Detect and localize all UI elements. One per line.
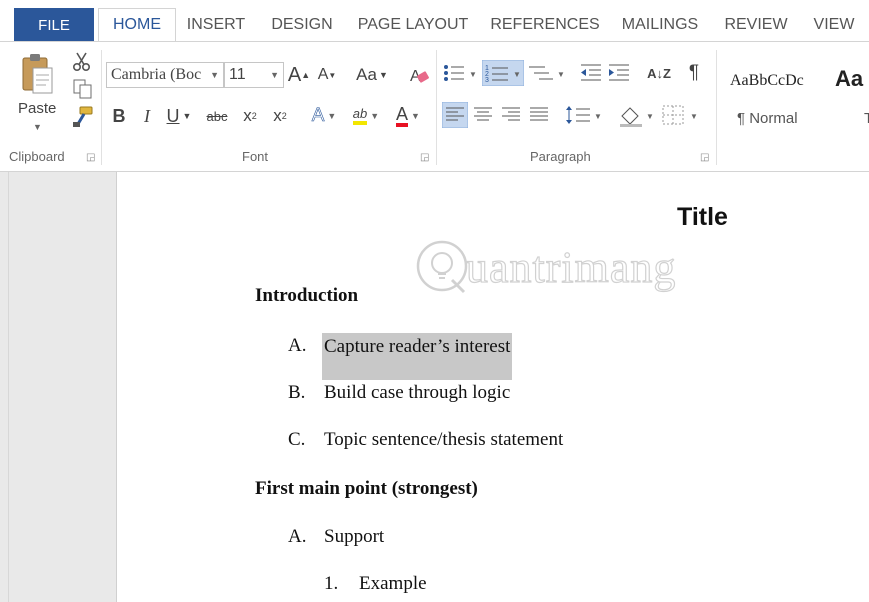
paste-icon[interactable] <box>20 52 54 96</box>
list-marker: A. <box>288 526 307 547</box>
align-left-icon[interactable] <box>442 102 468 128</box>
list-item[interactable]: Build case through logic <box>324 382 510 404</box>
chevron-down-icon[interactable]: ▼ <box>270 70 283 80</box>
paste-dropdown-icon[interactable]: ▼ <box>33 122 42 132</box>
line-spacing-icon[interactable]: ▼ <box>564 102 604 128</box>
borders-icon[interactable]: ▼ <box>660 102 702 128</box>
svg-text:▼: ▼ <box>513 70 521 79</box>
svg-text:▼: ▼ <box>557 70 565 79</box>
subscript-button[interactable]: x2 <box>238 103 262 129</box>
chevron-down-icon[interactable]: ▼ <box>210 70 223 80</box>
align-right-icon[interactable] <box>498 102 524 128</box>
underline-icon: U <box>166 105 180 126</box>
list-marker: B. <box>288 382 306 403</box>
tab-design[interactable]: DESIGN <box>264 8 340 42</box>
text-effects-icon: A <box>311 105 325 127</box>
ribbon: Paste ▼ Clipboard ◲ Cambria (Boc ▼ 11 ▼ <box>0 41 869 172</box>
style-heading-label: T <box>864 110 869 127</box>
font-launcher-icon[interactable]: ◲ <box>420 152 429 163</box>
justify-icon[interactable] <box>526 102 552 128</box>
font-size-combobox[interactable]: 11 ▼ <box>224 62 284 88</box>
list-marker: C. <box>288 429 306 450</box>
align-center-icon[interactable] <box>470 102 496 128</box>
increase-indent-icon[interactable] <box>606 60 632 86</box>
tab-file[interactable]: FILE <box>14 8 94 42</box>
list-marker: A. <box>288 335 307 356</box>
list-item[interactable]: Support <box>324 526 384 548</box>
tab-mailings[interactable]: MAILINGS <box>614 8 706 42</box>
clear-formatting-icon[interactable]: A <box>408 64 430 86</box>
group-divider <box>716 50 717 165</box>
superscript-icon: x <box>273 106 282 125</box>
heading-introduction[interactable]: Introduction <box>255 285 358 307</box>
cut-icon[interactable] <box>72 52 92 72</box>
copy-icon[interactable] <box>72 78 94 100</box>
svg-text:▼: ▼ <box>594 112 602 121</box>
style-normal-preview: AaBbCcDc <box>730 72 804 89</box>
shading-icon[interactable]: ▼ <box>616 102 658 128</box>
underline-button[interactable]: U ▼ <box>164 103 194 129</box>
styles-gallery: AaBbCcDc ¶ Normal Aa T <box>721 48 869 144</box>
paragraph-launcher-icon[interactable]: ◲ <box>700 152 709 163</box>
sort-button[interactable]: A↓Z <box>646 60 672 86</box>
paragraph-group-label: Paragraph <box>530 149 591 164</box>
multilevel-list-icon[interactable]: ▼ <box>527 60 567 86</box>
font-color-button[interactable]: A ▼ <box>388 103 428 129</box>
change-case-icon: Aa <box>356 65 377 84</box>
list-item-selected[interactable]: Capture reader’s interest <box>322 333 513 380</box>
list-item[interactable]: Topic sentence/thesis statement <box>324 429 563 451</box>
document-title[interactable]: Title <box>677 203 728 232</box>
clipboard-launcher-icon[interactable]: ◲ <box>86 152 95 163</box>
svg-text:▼: ▼ <box>469 70 477 79</box>
svg-text:▼: ▼ <box>646 112 654 121</box>
tab-references[interactable]: REFERENCES <box>486 8 604 42</box>
watermark-text: uantrimang <box>465 242 677 292</box>
window-edge <box>8 172 9 602</box>
shrink-font-button[interactable]: A ▼ <box>316 62 338 88</box>
shrink-font-icon: A <box>317 66 329 83</box>
clipboard-group-label: Clipboard <box>9 149 65 164</box>
numbering-icon[interactable]: 1 2 3 ▼ <box>482 60 524 86</box>
group-divider <box>101 50 102 165</box>
decrease-indent-icon[interactable] <box>578 60 604 86</box>
paste-button-label[interactable]: Paste <box>18 100 56 117</box>
highlight-icon: ab <box>352 107 368 125</box>
group-divider <box>436 50 437 165</box>
tab-review[interactable]: REVIEW <box>718 8 794 42</box>
tab-view[interactable]: VIEW <box>806 8 862 42</box>
svg-text:▼: ▼ <box>690 112 698 121</box>
tab-page-layout[interactable]: PAGE LAYOUT <box>352 8 474 42</box>
list-marker: 1. <box>324 573 339 594</box>
bold-button[interactable]: B <box>108 103 130 129</box>
font-name-combobox[interactable]: Cambria (Boc ▼ <box>106 62 224 88</box>
subscript-icon: x <box>243 106 252 125</box>
text-effects-button[interactable]: A ▼ <box>304 103 344 129</box>
list-item[interactable]: Example <box>359 573 427 595</box>
format-painter-icon[interactable] <box>70 106 96 128</box>
tab-insert[interactable]: INSERT <box>180 8 252 42</box>
grow-font-icon: A <box>287 63 302 86</box>
tab-home[interactable]: HOME <box>98 8 176 42</box>
highlight-color-button[interactable]: ab ▼ <box>346 103 386 129</box>
lightbulb-icon <box>416 240 468 294</box>
grow-font-button[interactable]: A ▲ <box>288 62 310 88</box>
font-name-value: Cambria (Boc <box>111 66 202 83</box>
strikethrough-button[interactable]: abc <box>200 103 234 129</box>
font-group-label: Font <box>242 149 269 164</box>
svg-text:3: 3 <box>485 77 489 84</box>
change-case-button[interactable]: Aa ▼ <box>350 62 394 88</box>
font-color-icon: A <box>396 105 409 127</box>
style-normal-label: ¶ Normal <box>737 110 798 127</box>
italic-button[interactable]: I <box>136 103 158 129</box>
heading-first-main-point[interactable]: First main point (strongest) <box>255 478 478 500</box>
font-size-value: 11 <box>229 66 246 83</box>
show-hide-marks-button[interactable]: ¶ <box>682 60 706 86</box>
style-heading-preview: Aa <box>835 66 864 91</box>
ribbon-tab-bar: FILE HOME INSERT DESIGN PAGE LAYOUT REFE… <box>0 0 869 42</box>
superscript-button[interactable]: x2 <box>268 103 292 129</box>
watermark-logo: uantrimang <box>414 236 714 300</box>
bullets-icon[interactable]: ▼ <box>442 60 480 86</box>
